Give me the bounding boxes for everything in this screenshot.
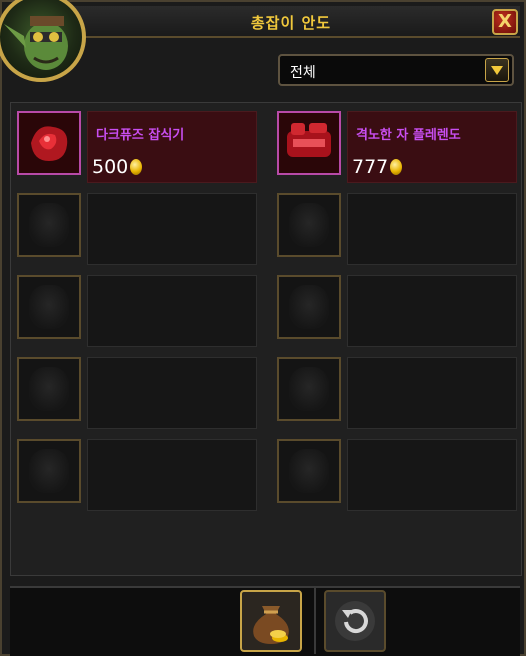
empty-slot	[277, 189, 517, 269]
empty-slot	[17, 435, 257, 515]
item-price: 777	[352, 156, 403, 178]
money-bag-icon	[253, 606, 289, 644]
item-icon-slot[interactable]	[17, 111, 81, 175]
empty-icon-slot	[277, 357, 341, 421]
empty-info	[87, 275, 257, 347]
empty-icon-slot	[277, 193, 341, 257]
chevron-down-icon[interactable]	[485, 58, 509, 82]
price-value: 777	[352, 156, 389, 178]
vendor-window: 총잡이 안도 X 전체 다크퓨즈 잡식기 500 격노한 자 플레렌도 777	[0, 0, 526, 656]
item-name: 격노한 자 플레렌도	[356, 128, 461, 143]
merchant-item[interactable]: 다크퓨즈 잡식기 500	[17, 107, 257, 187]
empty-icon-slot	[17, 275, 81, 339]
empty-info	[87, 193, 257, 265]
gold-coin-icon	[130, 159, 143, 175]
empty-slot	[277, 353, 517, 433]
buyback-button[interactable]	[240, 590, 302, 652]
close-icon: X	[498, 11, 512, 32]
goblin-portrait-icon	[4, 16, 68, 70]
empty-icon-slot	[17, 439, 81, 503]
empty-slot	[17, 353, 257, 433]
empty-icon-slot	[17, 193, 81, 257]
empty-icon-slot	[277, 275, 341, 339]
price-value: 500	[92, 156, 129, 178]
empty-info	[87, 439, 257, 511]
vendor-title: 총잡이 안도	[250, 14, 332, 32]
empty-info	[347, 275, 517, 347]
npc-portrait	[0, 0, 86, 82]
empty-slot-icon	[289, 285, 329, 329]
refresh-icon	[335, 601, 375, 641]
empty-icon-slot	[277, 439, 341, 503]
title-bar[interactable]: 총잡이 안도 X	[62, 6, 520, 38]
footer-divider	[314, 588, 316, 654]
filter-dropdown[interactable]: 전체	[278, 54, 514, 86]
red-gem-icon	[19, 113, 79, 173]
filter-selected-value: 전체	[290, 65, 316, 81]
red-gauntlet-icon	[279, 113, 339, 173]
empty-slot	[17, 271, 257, 351]
refresh-button[interactable]	[324, 590, 386, 652]
item-price: 500	[92, 156, 143, 178]
empty-slot-icon	[29, 367, 69, 411]
empty-slot-icon	[29, 285, 69, 329]
close-button[interactable]: X	[492, 9, 518, 35]
merchant-item[interactable]: 격노한 자 플레렌도 777	[277, 107, 517, 187]
item-info: 다크퓨즈 잡식기 500	[87, 111, 257, 183]
empty-info	[347, 193, 517, 265]
empty-slot	[277, 435, 517, 515]
empty-icon-slot	[17, 357, 81, 421]
gold-coin-icon	[390, 159, 403, 175]
empty-info	[347, 439, 517, 511]
empty-info	[347, 357, 517, 429]
empty-slot-icon	[29, 203, 69, 247]
empty-slot	[277, 271, 517, 351]
item-icon-slot[interactable]	[277, 111, 341, 175]
empty-slot-icon	[289, 367, 329, 411]
empty-slot-icon	[289, 449, 329, 493]
empty-slot	[17, 189, 257, 269]
empty-slot-icon	[29, 449, 69, 493]
empty-slot-icon	[289, 203, 329, 247]
merchandise-grid: 다크퓨즈 잡식기 500 격노한 자 플레렌도 777	[10, 102, 522, 576]
item-name: 다크퓨즈 잡식기	[96, 128, 185, 143]
item-info: 격노한 자 플레렌도 777	[347, 111, 517, 183]
empty-info	[87, 357, 257, 429]
